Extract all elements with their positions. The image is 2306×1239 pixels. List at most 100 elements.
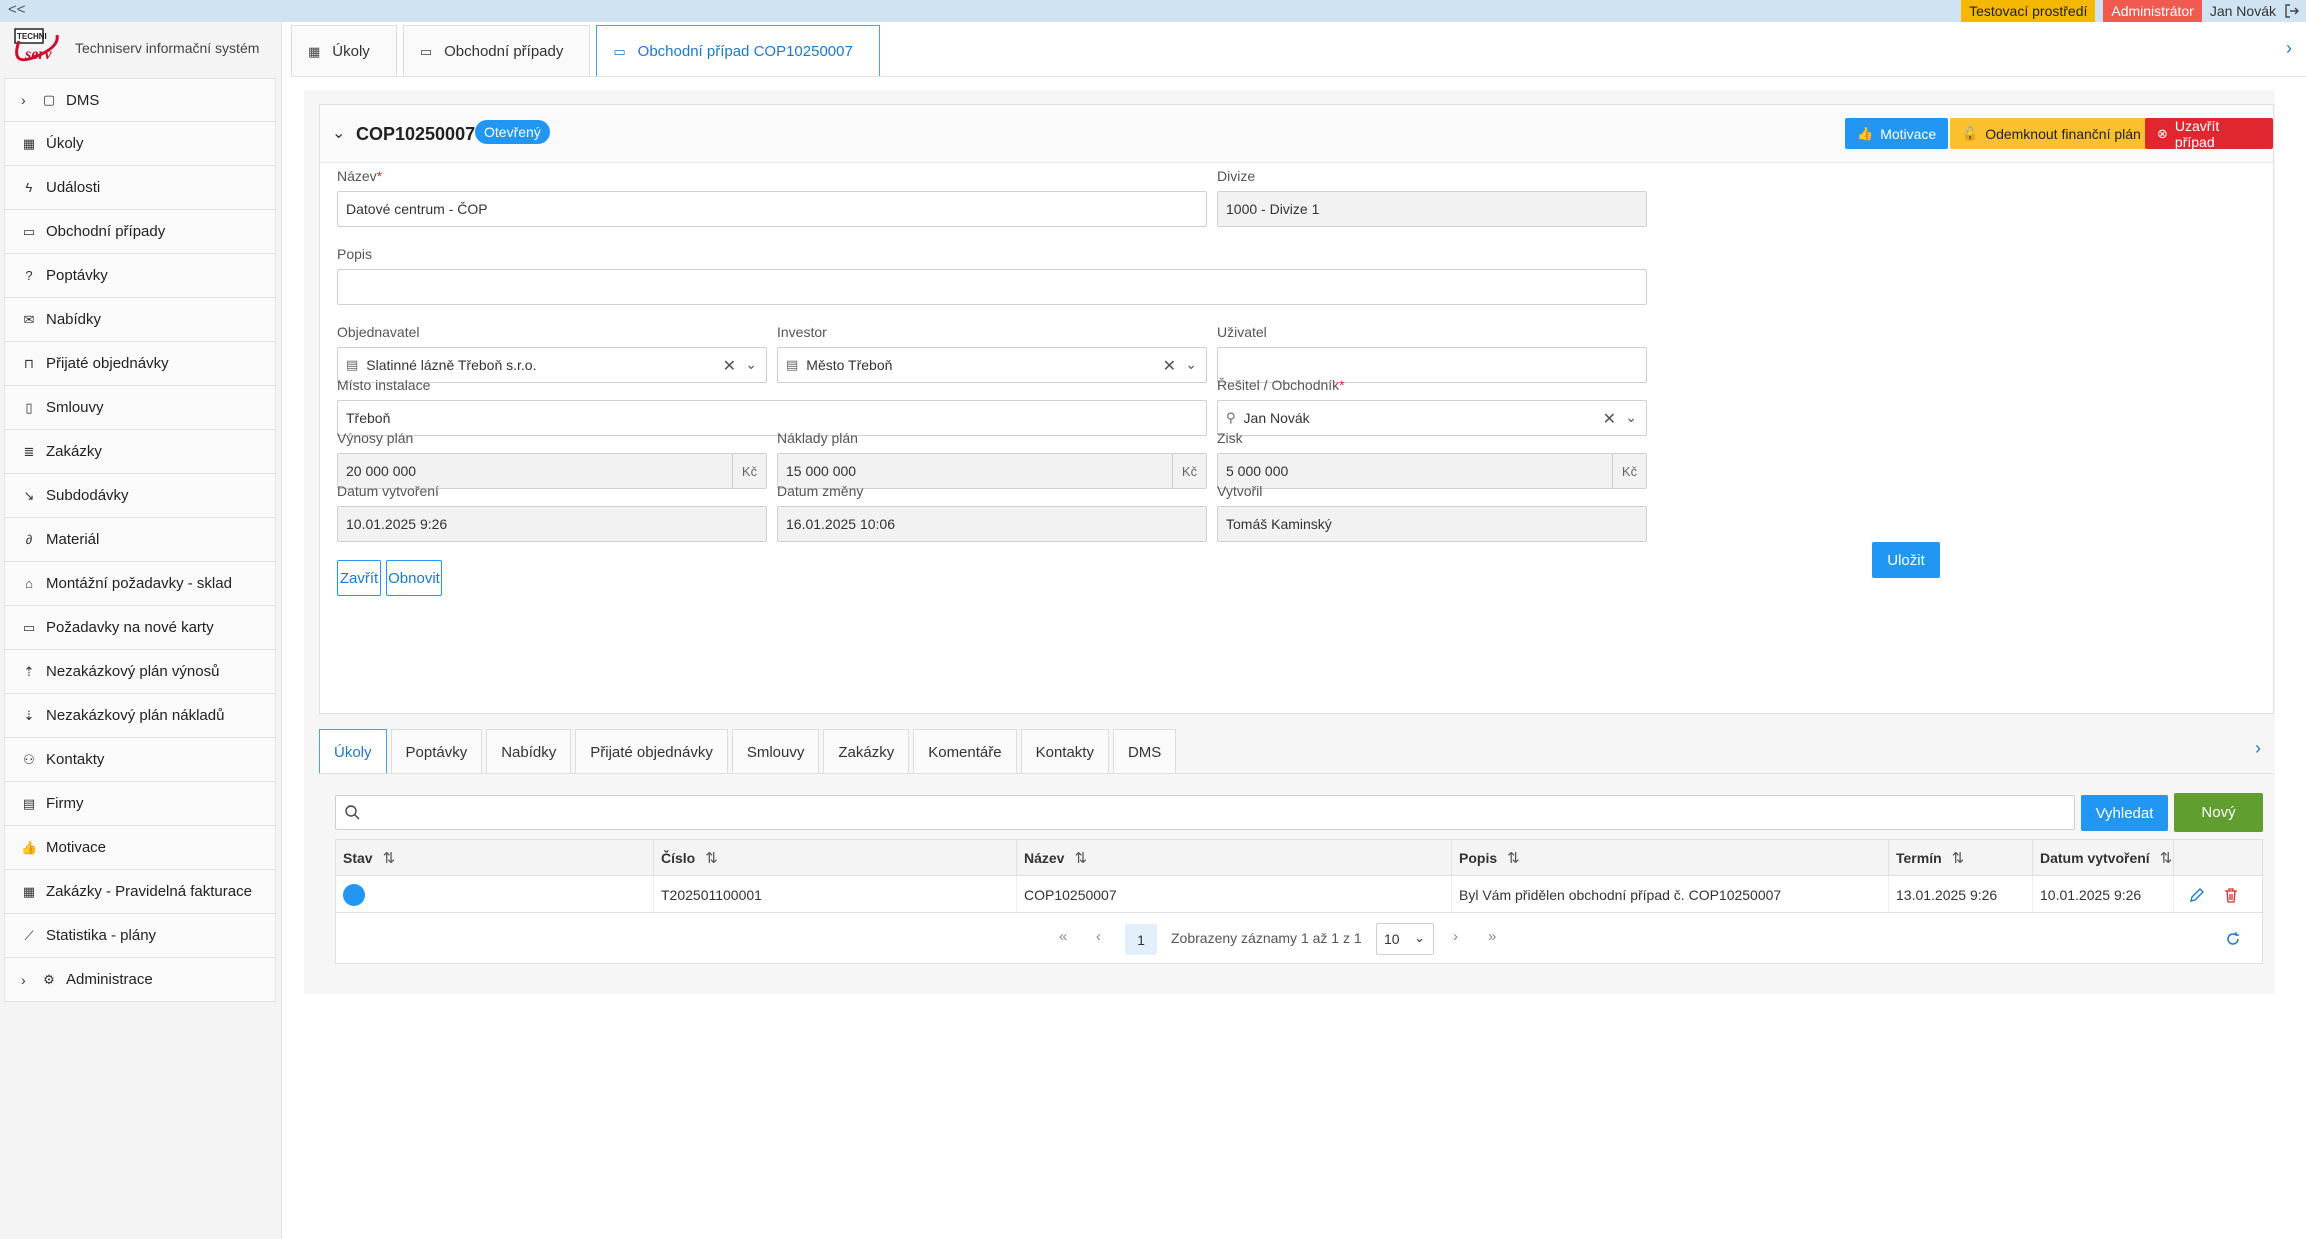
subtab-smlouvy[interactable]: Smlouvy <box>731 729 820 774</box>
sidebar-item-plan-vynosu[interactable]: ⇡ Nezakázkový plán výnosů <box>4 650 276 694</box>
sidebar-item-obchodni-pripady[interactable]: ▭ Obchodní případy <box>4 210 276 254</box>
name-field[interactable]: Datové centrum - ČOP <box>337 191 1207 227</box>
column-header-description[interactable]: Popis ⇅ <box>1452 840 1889 876</box>
sidebar-item-label: Obchodní případy <box>46 223 166 240</box>
sidebar-item-material[interactable]: ∂ Materiál <box>4 518 276 562</box>
new-task-button[interactable]: Nový <box>2174 793 2263 832</box>
page-size-select[interactable]: 10 ⌄ <box>1376 923 1434 955</box>
sidebar-item-dms[interactable]: › ▢ DMS <box>4 78 276 122</box>
chevron-down-icon[interactable]: ⌄ <box>1185 356 1197 373</box>
sidebar-item-administrace[interactable]: › ⚙ Administrace <box>4 958 276 1002</box>
search-box[interactable] <box>335 795 2075 830</box>
search-button[interactable]: Vyhledat <box>2081 795 2168 831</box>
save-button[interactable]: Uložit <box>1872 542 1940 578</box>
subtab-dms[interactable]: DMS <box>1112 729 1177 774</box>
bolt-icon: ϟ <box>25 180 33 195</box>
sidebar-item-montazni-pozadavky[interactable]: ⌂ Montážní požadavky - sklad <box>4 562 276 606</box>
sidebar-item-statistika[interactable]: ⟋ Statistika - plány <box>4 914 276 958</box>
collapse-sidebar-button[interactable]: << <box>8 1 26 18</box>
sidebar-item-nabidky[interactable]: ✉ Nabídky <box>4 298 276 342</box>
sort-icon[interactable]: ⇅ <box>1074 849 1087 867</box>
subtab-prijate-objednavky[interactable]: Přijaté objednávky <box>575 729 728 774</box>
sidebar-item-pozadavky-karty[interactable]: ▭ Požadavky na nové karty <box>4 606 276 650</box>
column-header-deadline[interactable]: Termín ⇅ <box>1889 840 2033 876</box>
tab-obchodni-pripad-detail[interactable]: ▭ Obchodní případ COP10250007 <box>596 25 880 77</box>
sort-icon[interactable]: ⇅ <box>705 849 718 867</box>
building-icon: ▤ <box>22 795 36 811</box>
unlock-financial-plan-button[interactable]: 🔓 Odemknout finanční plán <box>1950 118 2153 149</box>
close-button[interactable]: Zavřít <box>337 560 381 596</box>
subtab-komentare[interactable]: Komentáře <box>913 729 1017 774</box>
table-row[interactable]: T202501100001 COP10250007 Byl Vám přiděl… <box>336 876 2262 913</box>
chevron-right-icon[interactable]: › <box>2255 738 2261 759</box>
sidebar-item-firmy[interactable]: ▤ Firmy <box>4 782 276 826</box>
techniserv-logo[interactable]: TECHNI serv <box>5 27 65 69</box>
svg-text:TECHNI: TECHNI <box>17 32 47 41</box>
search-input[interactable] <box>368 800 2068 826</box>
description-field[interactable] <box>337 269 1647 305</box>
solver-select[interactable]: ⚲ Jan Novák ✕ ⌄ <box>1217 400 1647 436</box>
next-page-icon[interactable]: › <box>1453 928 1458 945</box>
close-circle-icon: ⊗ <box>2157 125 2168 141</box>
clear-icon[interactable]: ✕ <box>1163 356 1176 376</box>
refresh-button[interactable]: Obnovit <box>386 560 442 596</box>
sort-icon[interactable]: ⇅ <box>1952 849 1965 867</box>
chevron-down-icon[interactable]: ⌄ <box>745 356 757 373</box>
sort-icon[interactable]: ⇅ <box>383 849 396 867</box>
column-header-number[interactable]: Číslo ⇅ <box>654 840 1017 876</box>
sort-icon[interactable]: ⇅ <box>1507 849 1520 867</box>
cog-icon: ⚙ <box>43 971 55 987</box>
column-title: Datum vytvoření <box>2040 850 2150 866</box>
sidebar-item-plan-nakladu[interactable]: ⇣ Nezakázkový plán nákladů <box>4 694 276 738</box>
sort-icon[interactable]: ⇅ <box>2160 849 2173 867</box>
tab-obchodni-pripady[interactable]: ▭ Obchodní případy <box>402 25 591 77</box>
column-title: Číslo <box>661 850 696 866</box>
sidebar-item-kontakty[interactable]: ⚇ Kontakty <box>4 738 276 782</box>
sidebar-item-poptavky[interactable]: ? Poptávky <box>4 254 276 298</box>
edit-icon[interactable] <box>2188 886 2206 904</box>
previous-page-icon[interactable]: ‹ <box>1096 928 1101 945</box>
column-header-name[interactable]: Název ⇅ <box>1017 840 1452 876</box>
delete-icon[interactable] <box>2222 886 2240 904</box>
sidebar-item-motivace[interactable]: 👍 Motivace <box>4 826 276 870</box>
chevron-right-icon[interactable]: › <box>2286 38 2292 59</box>
subtab-kontakty[interactable]: Kontakty <box>1020 729 1109 774</box>
tab-label: Obchodní případy <box>444 43 564 60</box>
last-page-icon[interactable]: » <box>1488 928 1496 945</box>
subtab-poptavky[interactable]: Poptávky <box>390 729 483 774</box>
sidebar-item-ukoly[interactable]: ▦ Úkoly <box>4 122 276 166</box>
investor-select[interactable]: ▤ Město Třeboň ✕ ⌄ <box>777 347 1207 383</box>
first-page-icon[interactable]: « <box>1059 928 1067 945</box>
current-user-name[interactable]: Jan Novák <box>2210 3 2276 19</box>
subtab-ukoly[interactable]: Úkoly <box>319 729 387 774</box>
motivation-button[interactable]: 👍 Motivace <box>1845 118 1949 149</box>
sidebar-item-subdodavky[interactable]: ↘ Subdodávky <box>4 474 276 518</box>
calendar-icon: ▦ <box>22 135 36 151</box>
chevron-down-icon[interactable]: ⌄ <box>1625 409 1637 426</box>
subtab-nabidky[interactable]: Nabídky <box>486 729 572 774</box>
page-number-button[interactable]: 1 <box>1125 924 1157 955</box>
sidebar: TECHNI serv Techniserv informační systém… <box>0 22 282 1239</box>
refresh-icon[interactable] <box>2224 930 2242 948</box>
clear-icon[interactable]: ✕ <box>1603 409 1616 429</box>
logout-icon[interactable] <box>2284 3 2300 19</box>
building-icon: ▤ <box>786 357 799 372</box>
column-header-status[interactable]: Stav ⇅ <box>336 840 654 876</box>
brand: TECHNI serv Techniserv informační systém <box>0 22 282 72</box>
pagination: « ‹ 1 Zobrazeny záznamy 1 až 1 z 1 10 ⌄ ›… <box>336 914 2262 964</box>
list-icon: ≣ <box>23 443 35 459</box>
thumbs-up-icon: 👍 <box>1857 125 1874 141</box>
clear-icon[interactable]: ✕ <box>723 356 736 376</box>
sidebar-item-prijate-objednavky[interactable]: ⊓ Přijaté objednávky <box>4 342 276 386</box>
column-header-created[interactable]: Datum vytvoření ⇅ <box>2033 840 2174 876</box>
sidebar-item-pravidelna-fakturace[interactable]: ▦ Zakázky - Pravidelná fakturace <box>4 870 276 914</box>
sidebar-item-zakazky[interactable]: ≣ Zakázky <box>4 430 276 474</box>
investor-value: Město Třeboň <box>806 357 893 373</box>
close-case-button[interactable]: ⊗ Uzavřít případ <box>2145 118 2273 150</box>
sidebar-item-udalosti[interactable]: ϟ Události <box>4 166 276 210</box>
tab-ukoly[interactable]: ▦ Úkoly <box>291 25 397 77</box>
installation-place-field[interactable]: Třeboň <box>337 400 1207 436</box>
sidebar-item-smlouvy[interactable]: ▯ Smlouvy <box>4 386 276 430</box>
chevron-down-icon[interactable]: ⌄ <box>332 123 345 143</box>
subtab-zakazky[interactable]: Zakázky <box>823 729 910 774</box>
